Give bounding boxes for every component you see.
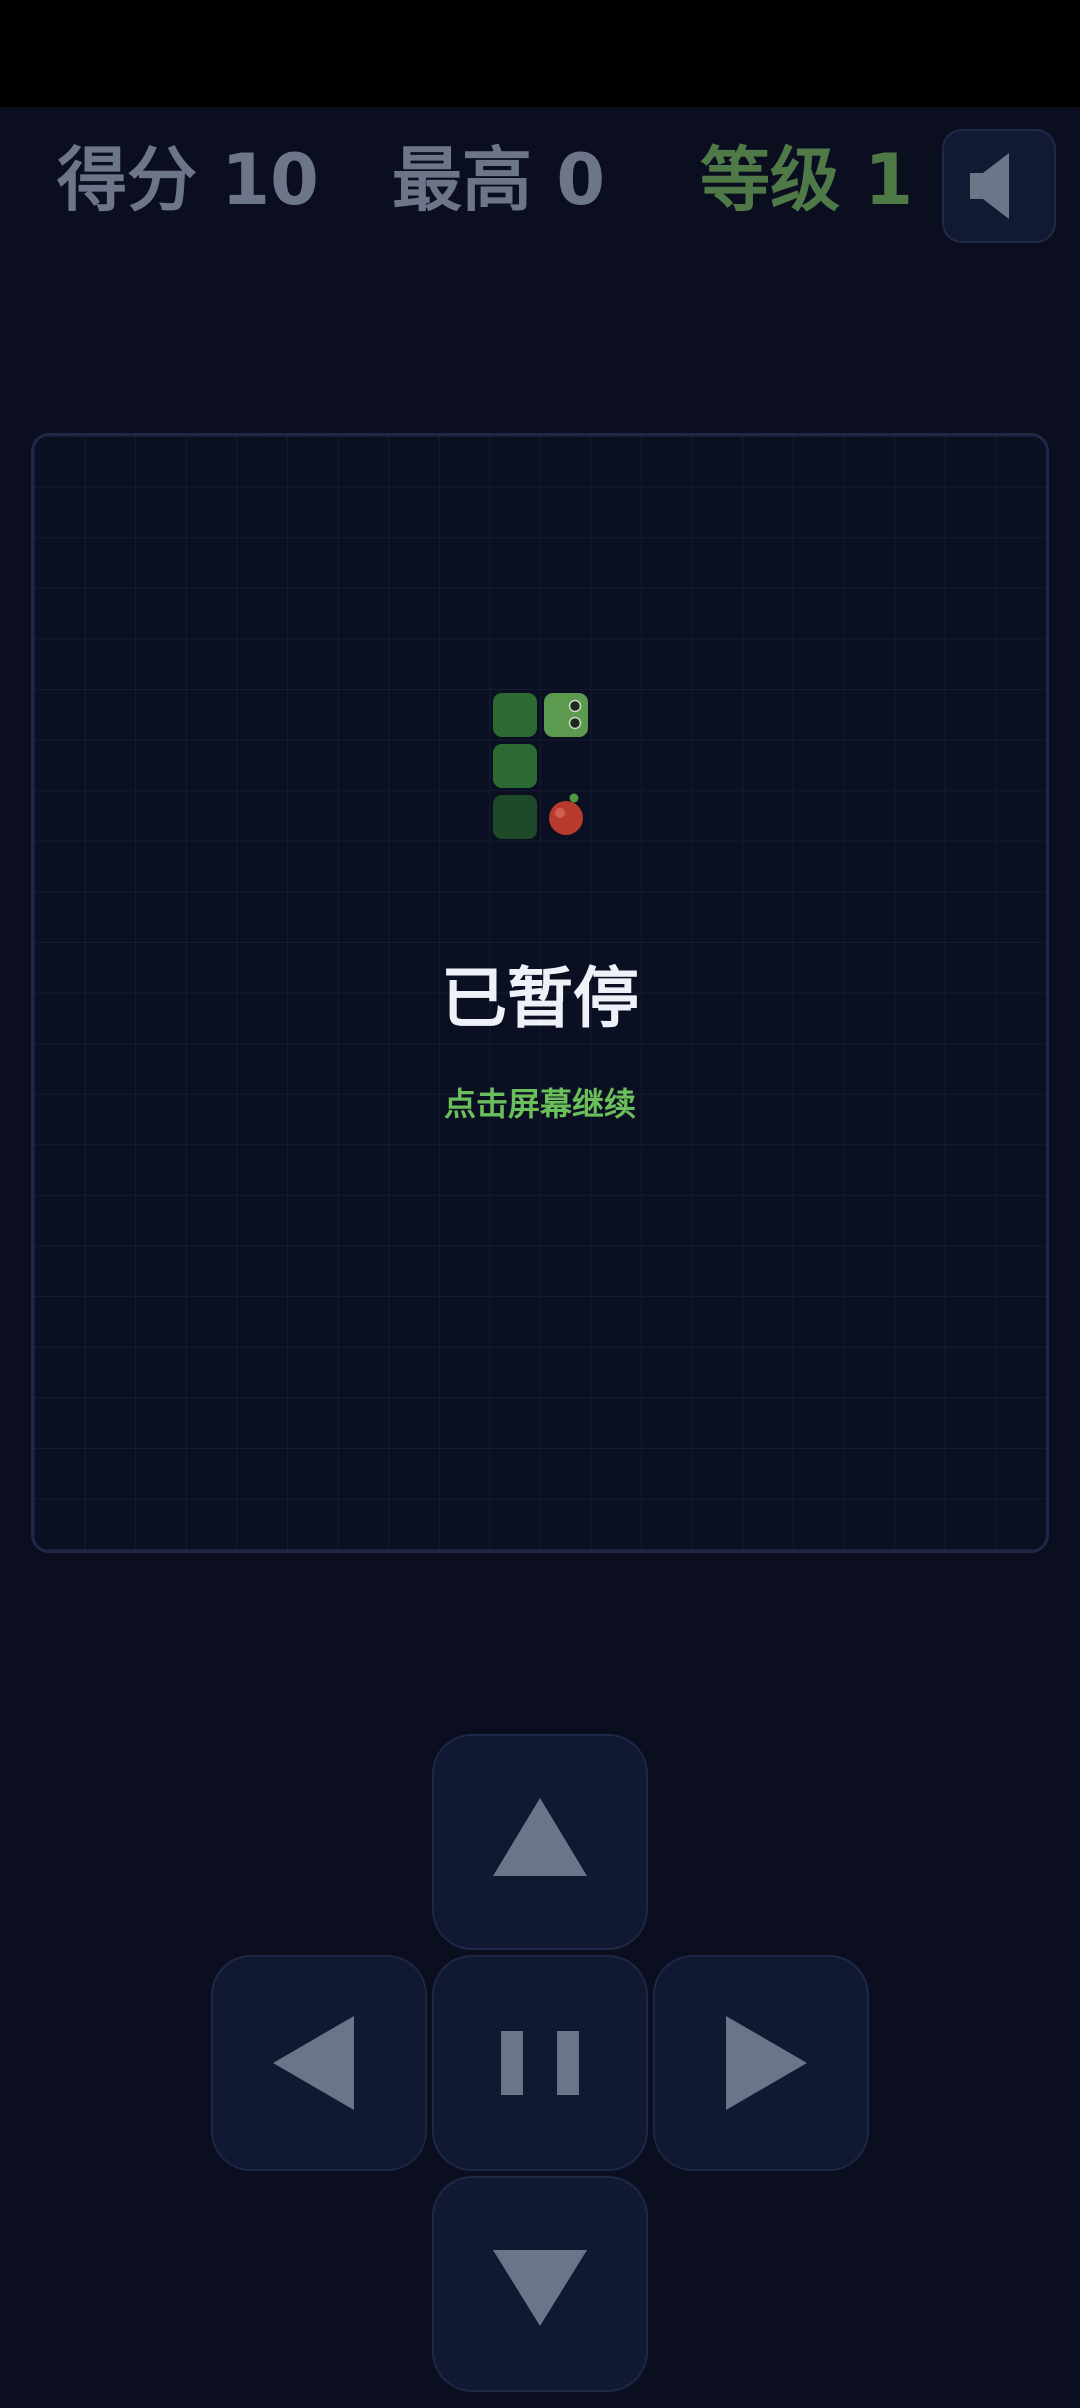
apple-stem <box>569 793 579 803</box>
snake-head <box>544 693 588 737</box>
up-button[interactable] <box>432 1734 648 1950</box>
triangle-left-icon <box>273 2016 354 2110</box>
snake-body-segment <box>493 795 537 839</box>
triangle-up-icon <box>493 1798 587 1876</box>
speaker-icon <box>970 153 1009 219</box>
triangle-down-icon <box>493 2250 587 2326</box>
snake-body-segment <box>493 693 537 737</box>
sound-toggle-button[interactable] <box>942 129 1056 243</box>
food-apple <box>549 793 583 835</box>
apple-shine <box>555 808 565 818</box>
status-bar <box>0 0 1080 107</box>
right-button[interactable] <box>653 1955 869 2171</box>
level-display: 等级 1 <box>700 139 914 221</box>
hud: 得分 10 最高 0 等级 1 <box>0 107 1080 272</box>
snake-body-segment <box>493 744 537 788</box>
pause-icon <box>501 2031 579 2095</box>
down-button[interactable] <box>432 2176 648 2392</box>
pause-title: 已暂停 <box>441 960 639 1037</box>
score-display: 得分 10 <box>57 139 319 221</box>
pause-hint: 点击屏幕继续 <box>443 1085 636 1123</box>
snake-eye <box>568 699 582 713</box>
snake-eye <box>568 716 582 730</box>
game-board[interactable]: 已暂停 点击屏幕继续 <box>31 433 1049 1553</box>
triangle-right-icon <box>726 2016 807 2110</box>
high-score-display: 最高 0 <box>392 139 606 221</box>
pause-button[interactable] <box>432 1955 648 2171</box>
apple-icon <box>549 801 583 835</box>
left-button[interactable] <box>211 1955 427 2171</box>
